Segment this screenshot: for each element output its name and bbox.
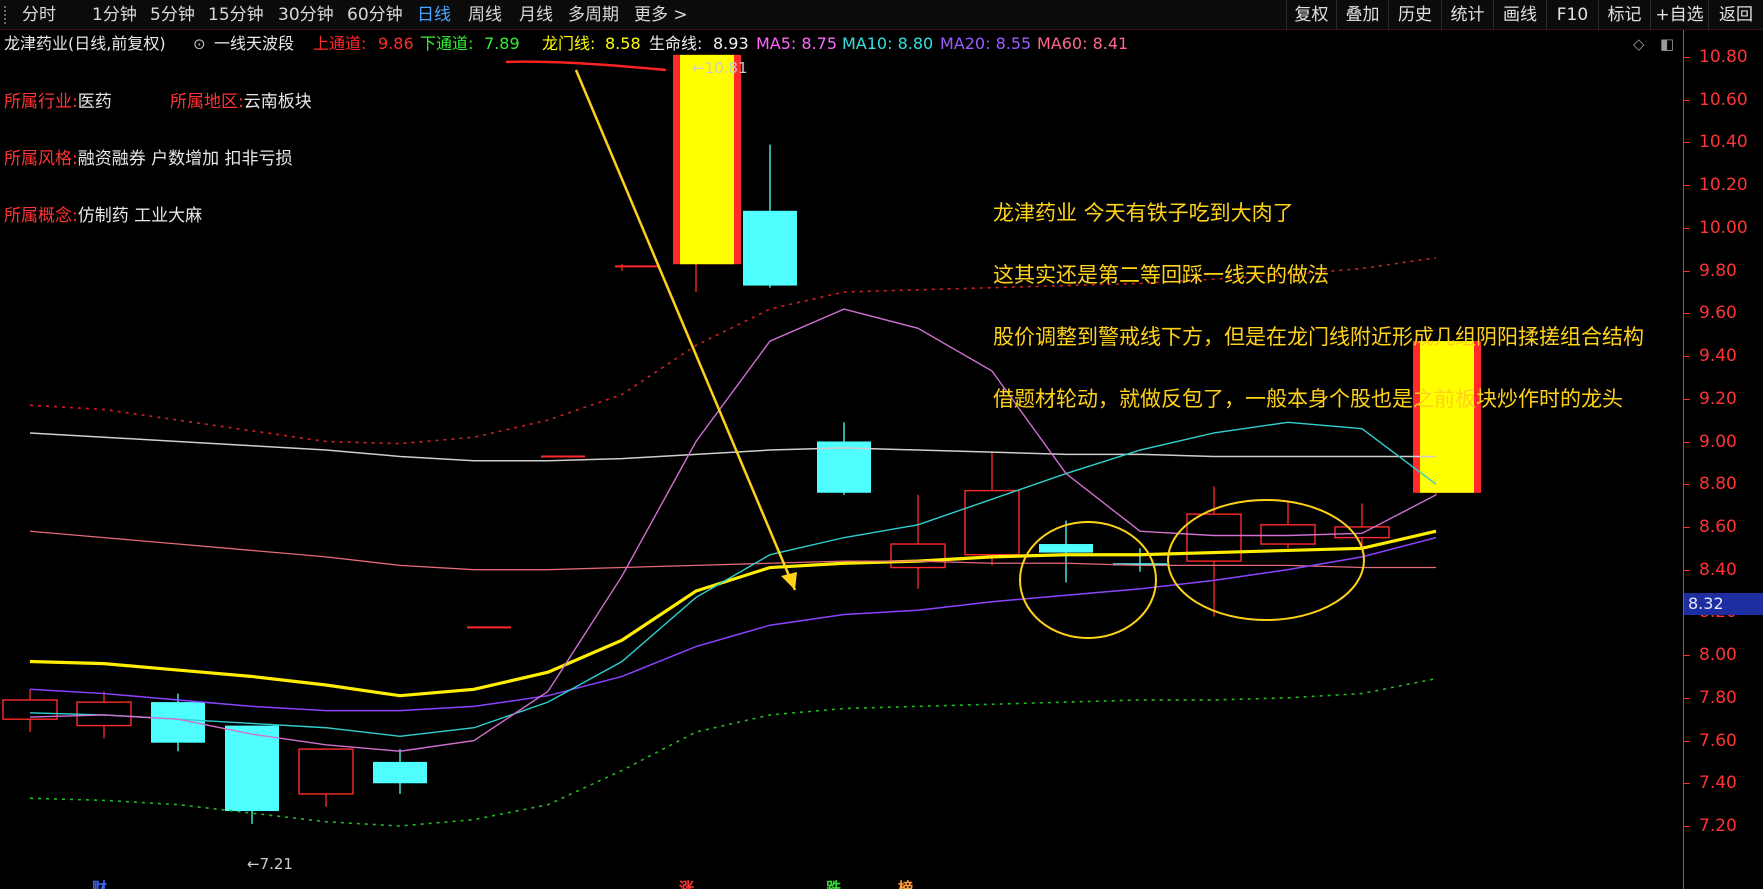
high-extreme-label: ←10.81 [692, 59, 748, 77]
axis-tick [1684, 826, 1690, 827]
mark-button[interactable]: 标记 [1598, 0, 1650, 30]
axis-tick [1684, 569, 1690, 571]
industry-row: 所属行业:医药 [4, 87, 112, 112]
period-tab-more[interactable]: 更多 > [634, 0, 688, 30]
period-tab-multi[interactable]: 多周期 [568, 0, 619, 30]
history-button[interactable]: 历史 [1388, 0, 1441, 30]
axis-tick [1684, 313, 1690, 315]
price-axis: 7.207.407.607.808.008.208.408.608.809.00… [1683, 30, 1763, 889]
axis-tick-label: 7.60 [1699, 730, 1737, 751]
period-tab-daily[interactable]: 日线 [417, 0, 451, 30]
concept-label: 所属概念: [4, 206, 78, 226]
axis-tick-label: 9.00 [1699, 431, 1737, 452]
axis-tick [1684, 697, 1690, 699]
axis-tick-label: 8.80 [1699, 474, 1737, 495]
life-line-line [29, 432, 1436, 462]
limit-up-candle-body [1420, 341, 1474, 493]
axis-tick [1684, 185, 1690, 187]
industry-value: 医药 [77, 92, 112, 112]
concept-row: 所属概念:仿制药 工业大麻 [4, 201, 202, 226]
axis-tick-label: 9.40 [1699, 346, 1737, 367]
style-value: 融资融券 户数增加 扣非亏损 [77, 149, 293, 169]
ranking-marker[interactable]: 榜 [898, 877, 913, 889]
period-tab-60min[interactable]: 60分钟 [347, 0, 403, 30]
region-row: 所属地区:云南板块 [170, 87, 312, 112]
fall-marker[interactable]: 跌 [826, 877, 841, 889]
axis-tick-label: 9.60 [1699, 303, 1737, 324]
axis-tick [1684, 526, 1690, 528]
axis-tick-label: 10.80 [1699, 47, 1748, 67]
annotation-note-4: 借题材轮动，就做反包了，一般本身个股也是之前板块炒作时的龙头 [993, 387, 1623, 411]
add-watchlist-button[interactable]: +自选 [1650, 0, 1708, 30]
axis-tick [1684, 142, 1690, 144]
toolbar-grip[interactable] [4, 6, 14, 24]
axis-tick-label: 9.20 [1699, 388, 1737, 409]
region-value: 云南板块 [243, 92, 312, 112]
period-tab-1min[interactable]: 1分钟 [92, 0, 137, 30]
ma20-line [29, 536, 1437, 712]
axis-tick [1684, 356, 1690, 358]
candle-body-down [1039, 544, 1093, 553]
period-tab-30min[interactable]: 30分钟 [278, 0, 334, 30]
period-tab-15min[interactable]: 15分钟 [208, 0, 264, 30]
f10-button[interactable]: F10 [1546, 0, 1598, 30]
annotation-note-3: 股价调整到警戒线下方，但是在龙门线附近形成几组阴阳揉搓组合结构 [993, 325, 1644, 349]
style-label: 所属风格: [4, 149, 78, 169]
current-price-badge: 8.32 [1684, 593, 1763, 615]
annotation-ellipse-1 [1019, 521, 1157, 639]
fuquan-button[interactable]: 复权 [1286, 0, 1336, 30]
axis-tick-label: 8.40 [1699, 559, 1737, 580]
axis-tick-label: 7.20 [1699, 816, 1737, 836]
back-button[interactable]: 返回 [1708, 0, 1763, 30]
axis-tick [1684, 441, 1690, 443]
region-label: 所属地区: [170, 92, 244, 112]
axis-tick [1684, 270, 1690, 272]
axis-tick-label: 7.40 [1699, 773, 1737, 794]
period-tab-5min[interactable]: 5分钟 [150, 0, 195, 30]
high-extreme-value: 10.81 [704, 59, 748, 77]
axis-tick [1684, 227, 1690, 229]
axis-tick [1684, 99, 1690, 101]
axis-tick-label: 8.60 [1699, 516, 1737, 537]
axis-tick [1684, 484, 1690, 486]
candle-body-up [298, 748, 354, 795]
period-tab-fenshi[interactable]: 分时 [22, 0, 56, 30]
axis-tick [1684, 740, 1690, 742]
axis-tick-label: 10.00 [1699, 217, 1748, 238]
candle-body-down [225, 725, 279, 812]
annotation-arrow-head [781, 572, 797, 590]
period-tab-weekly[interactable]: 周线 [468, 0, 502, 30]
finance-marker[interactable]: 财 [92, 877, 107, 889]
axis-tick-label: 9.80 [1699, 260, 1737, 281]
limit-up-candle-body [680, 54, 734, 265]
annotation-red-stroke [505, 60, 667, 72]
overlay-button[interactable]: 叠加 [1336, 0, 1388, 30]
axis-tick [1684, 57, 1690, 58]
draw-line-button[interactable]: 画线 [1493, 0, 1546, 30]
candle-body-down [373, 761, 427, 784]
period-tab-monthly[interactable]: 月线 [519, 0, 553, 30]
axis-tick [1684, 398, 1690, 400]
style-row: 所属风格:融资融券 户数增加 扣非亏损 [4, 144, 293, 169]
axis-tick [1684, 655, 1690, 657]
axis-tick-label: 10.60 [1699, 89, 1748, 110]
axis-tick-label: 10.20 [1699, 175, 1748, 196]
axis-tick-label: 8.00 [1699, 645, 1737, 666]
concept-value: 仿制药 工业大麻 [77, 206, 203, 226]
candle-body-up [890, 543, 946, 569]
industry-label: 所属行业: [4, 92, 78, 112]
candle-body-down [743, 210, 797, 286]
candle-body-up [1334, 526, 1390, 539]
annotation-note-1: 龙津药业 今天有铁子吃到大肉了 [993, 201, 1294, 225]
statistics-button[interactable]: 统计 [1441, 0, 1493, 30]
annotation-note-2: 这其实还是第二等回踩一线天的做法 [993, 263, 1329, 287]
period-toolbar: 分时 1分钟 5分钟 15分钟 30分钟 60分钟 日线 周线 月线 多周期 更… [0, 0, 1763, 30]
low-extreme-value: 7.21 [259, 855, 293, 873]
low-extreme-label: ←7.21 [247, 855, 293, 873]
rise-marker[interactable]: 涨 [679, 877, 694, 889]
axis-tick-label: 10.40 [1699, 132, 1748, 153]
candle-body-up [964, 489, 1020, 556]
axis-tick [1684, 783, 1690, 785]
axis-tick-label: 7.80 [1699, 687, 1737, 708]
